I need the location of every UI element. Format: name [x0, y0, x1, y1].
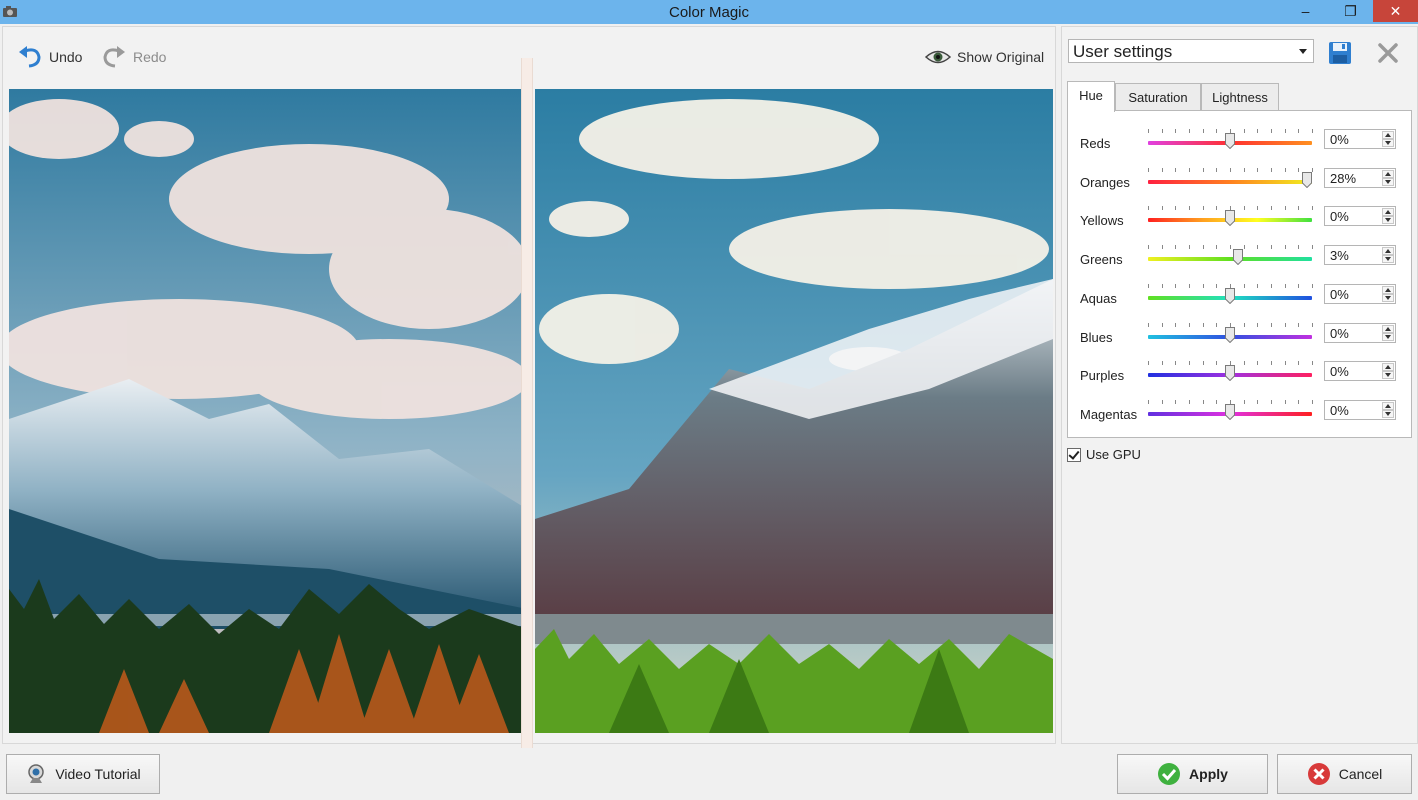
- preset-value: User settings: [1073, 42, 1173, 61]
- slider-thumb[interactable]: [1225, 287, 1235, 305]
- slider-row-purples: Purples 0%: [1068, 361, 1409, 399]
- spin-up-icon[interactable]: [1382, 363, 1394, 372]
- checkbox-checked[interactable]: [1067, 447, 1081, 462]
- percent-value: 0%: [1330, 364, 1349, 380]
- save-icon: [1329, 42, 1351, 64]
- percent-spinbox[interactable]: 28%: [1324, 167, 1396, 188]
- spin-up-icon[interactable]: [1382, 131, 1394, 139]
- slider-label: Reds: [1080, 136, 1111, 151]
- slider-track[interactable]: [1148, 257, 1312, 262]
- close-icon: [1378, 43, 1398, 63]
- slider-thumb[interactable]: [1225, 133, 1235, 150]
- tab-saturation[interactable]: Saturation: [1115, 83, 1201, 110]
- percent-value: 0%: [1330, 402, 1349, 418]
- spin-down-icon[interactable]: [1382, 255, 1394, 264]
- cancel-button[interactable]: Cancel: [1277, 754, 1412, 794]
- slider-row-reds: Reds 0%: [1068, 129, 1409, 167]
- save-preset-button[interactable]: [1326, 39, 1354, 67]
- cancel-circle-icon: [1307, 763, 1330, 785]
- percent-spinbox[interactable]: 0%: [1324, 322, 1396, 343]
- slider-row-blues: Blues 0%: [1068, 322, 1409, 361]
- percent-value: 3%: [1330, 248, 1349, 264]
- spin-up-icon[interactable]: [1382, 247, 1394, 256]
- video-tutorial-label: Video Tutorial: [55, 766, 141, 782]
- split-divider-handle[interactable]: [521, 58, 533, 748]
- percent-value: 0%: [1330, 132, 1349, 147]
- check-circle-icon: [1158, 763, 1181, 785]
- hue-sliders-panel: Reds 0% Oranges 28% Yellows 0% Greens 3% Aquas 0%…: [1067, 110, 1412, 438]
- slider-row-aquas: Aquas 0%: [1068, 283, 1409, 322]
- slider-label: Aquas: [1080, 290, 1117, 306]
- slider-ticks: [1148, 245, 1313, 253]
- spin-up-icon[interactable]: [1382, 324, 1394, 333]
- settings-panel: User settings Hue Saturation Lightness R…: [1061, 26, 1418, 744]
- undo-button[interactable]: Undo: [17, 43, 82, 71]
- show-original-button[interactable]: Show Original: [925, 43, 1044, 71]
- spin-down-icon[interactable]: [1382, 371, 1394, 380]
- spin-up-icon[interactable]: [1382, 285, 1394, 294]
- percent-spinbox[interactable]: 0%: [1324, 361, 1396, 382]
- use-gpu-label: Use GPU: [1086, 447, 1141, 462]
- preset-dropdown[interactable]: User settings: [1068, 39, 1314, 63]
- slider-thumb[interactable]: [1301, 171, 1312, 188]
- slider-label: Magentas: [1080, 406, 1138, 422]
- redo-icon: [103, 46, 125, 68]
- cancel-label: Cancel: [1338, 766, 1383, 782]
- slider-row-magentas: Magentas 0%: [1068, 399, 1409, 438]
- slider-track[interactable]: [1148, 179, 1312, 184]
- use-gpu-checkbox[interactable]: Use GPU: [1067, 447, 1141, 462]
- video-tutorial-button[interactable]: Video Tutorial: [6, 754, 160, 794]
- percent-spinbox[interactable]: 3%: [1324, 245, 1396, 266]
- eye-icon: [925, 50, 951, 64]
- slider-thumb[interactable]: [1225, 365, 1235, 382]
- slider-label: Greens: [1080, 252, 1123, 268]
- minimize-button[interactable]: –: [1283, 0, 1328, 22]
- slider-row-yellows: Yellows 0%: [1068, 206, 1409, 244]
- percent-value: 0%: [1330, 286, 1349, 302]
- spin-down-icon[interactable]: [1382, 409, 1394, 418]
- redo-label: Redo: [133, 49, 167, 65]
- tab-hue[interactable]: Hue: [1067, 81, 1115, 112]
- percent-value: 0%: [1330, 325, 1349, 341]
- percent-spinbox[interactable]: 0%: [1324, 129, 1396, 149]
- redo-button[interactable]: Redo: [101, 43, 166, 71]
- spin-up-icon[interactable]: [1382, 401, 1394, 410]
- slider-thumb[interactable]: [1225, 210, 1235, 227]
- slider-row-oranges: Oranges 28%: [1068, 167, 1409, 206]
- slider-ticks: [1148, 167, 1313, 176]
- webcam-icon: [28, 764, 45, 783]
- slider-thumb[interactable]: [1225, 326, 1235, 343]
- percent-value: 28%: [1330, 170, 1357, 186]
- maximize-button[interactable]: ❐: [1328, 0, 1373, 22]
- apply-label: Apply: [1189, 766, 1228, 782]
- title-bar: Color Magic – ❐ ✕: [0, 0, 1418, 24]
- percent-value: 0%: [1330, 209, 1349, 225]
- slider-label: Yellows: [1080, 213, 1124, 229]
- slider-row-greens: Greens 3%: [1068, 245, 1409, 283]
- spin-up-icon[interactable]: [1382, 169, 1394, 178]
- slider-thumb[interactable]: [1233, 249, 1244, 266]
- slider-label: Purples: [1080, 368, 1125, 384]
- show-original-label: Show Original: [957, 49, 1045, 65]
- slider-label: Blues: [1080, 329, 1113, 345]
- spin-down-icon[interactable]: [1382, 216, 1394, 225]
- chevron-down-icon: [1299, 49, 1307, 54]
- undo-label: Undo: [49, 49, 83, 65]
- spin-down-icon[interactable]: [1382, 293, 1394, 302]
- spin-down-icon[interactable]: [1382, 139, 1394, 147]
- percent-spinbox[interactable]: 0%: [1324, 283, 1396, 304]
- percent-spinbox[interactable]: 0%: [1324, 399, 1396, 420]
- spin-down-icon[interactable]: [1382, 177, 1394, 186]
- spin-down-icon[interactable]: [1382, 332, 1394, 341]
- tab-lightness[interactable]: Lightness: [1201, 83, 1279, 110]
- spin-up-icon[interactable]: [1382, 208, 1394, 217]
- slider-thumb[interactable]: [1225, 403, 1235, 421]
- undo-icon: [19, 46, 41, 68]
- slider-label: Oranges: [1080, 174, 1130, 190]
- apply-button[interactable]: Apply: [1117, 754, 1268, 794]
- close-window-button[interactable]: ✕: [1373, 0, 1418, 22]
- percent-spinbox[interactable]: 0%: [1324, 206, 1396, 227]
- window-title: Color Magic: [668, 4, 750, 21]
- delete-preset-button[interactable]: [1374, 39, 1402, 67]
